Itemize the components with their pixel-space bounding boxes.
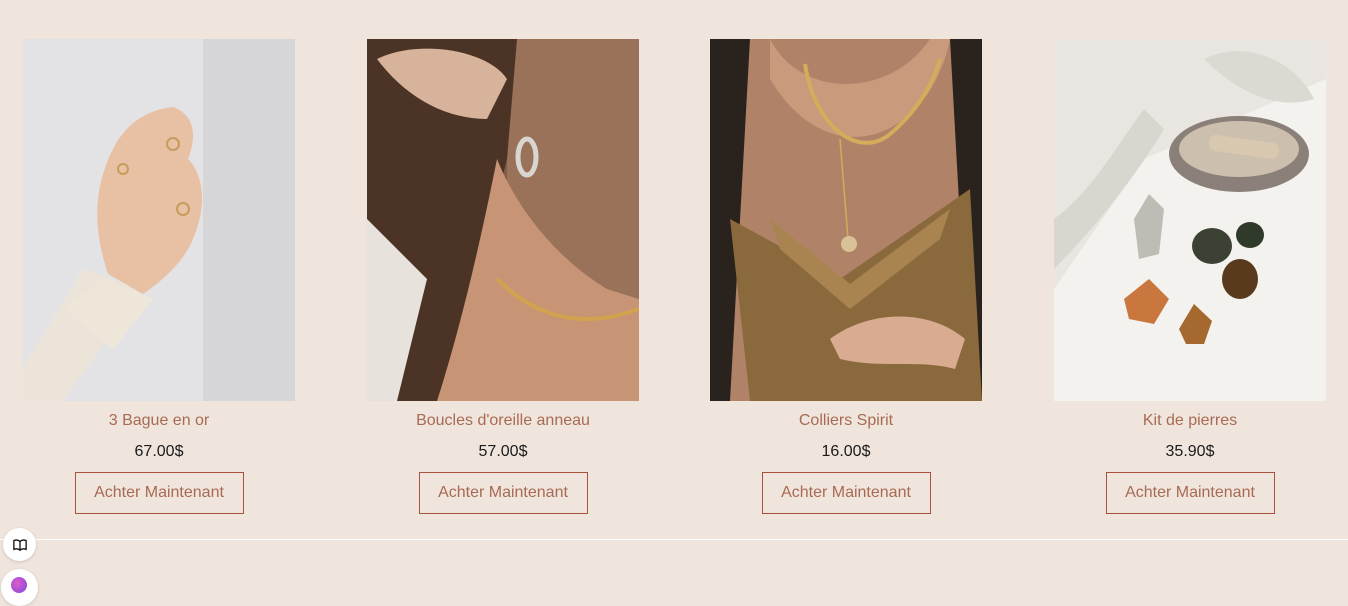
product-name[interactable]: Boucles d'oreille anneau (367, 411, 639, 431)
buy-now-button[interactable]: Achter Maintenant (1105, 472, 1275, 514)
product-card: Boucles d'oreille anneau 57.00$ Achter M… (367, 39, 639, 514)
gold-chain-necklace-image (710, 39, 982, 401)
product-card: Kit de pierres 35.90$ Achter Maintenant (1054, 39, 1326, 514)
product-image[interactable] (23, 39, 295, 401)
buy-now-button[interactable]: Achter Maintenant (761, 472, 931, 514)
buy-now-button[interactable]: Achter Maintenant (418, 472, 588, 514)
product-card: Colliers Spirit 16.00$ Achter Maintenant (710, 39, 982, 514)
accessibility-logo-icon (11, 577, 27, 593)
hand-with-gold-rings-image (23, 39, 295, 401)
book-button[interactable] (3, 528, 36, 561)
buy-now-button[interactable]: Achter Maintenant (74, 472, 244, 514)
product-name[interactable]: 3 Bague en or (23, 411, 295, 431)
product-price: 67.00$ (134, 443, 184, 460)
product-card: 3 Bague en or 67.00$ Achter Maintenant (23, 39, 295, 514)
section-divider (0, 539, 1348, 540)
product-image[interactable] (710, 39, 982, 401)
product-price: 57.00$ (478, 443, 528, 460)
product-price: 16.00$ (821, 443, 871, 460)
book-icon (12, 538, 27, 551)
ear-with-hoop-earring-image (367, 39, 639, 401)
product-name[interactable]: Colliers Spirit (710, 411, 982, 431)
product-image[interactable] (1054, 39, 1326, 401)
stones-and-shell-image (1054, 39, 1326, 401)
product-name[interactable]: Kit de pierres (1054, 411, 1326, 431)
product-image[interactable] (367, 39, 639, 401)
product-price: 35.90$ (1165, 443, 1215, 460)
accessibility-widget-button[interactable] (1, 569, 38, 606)
